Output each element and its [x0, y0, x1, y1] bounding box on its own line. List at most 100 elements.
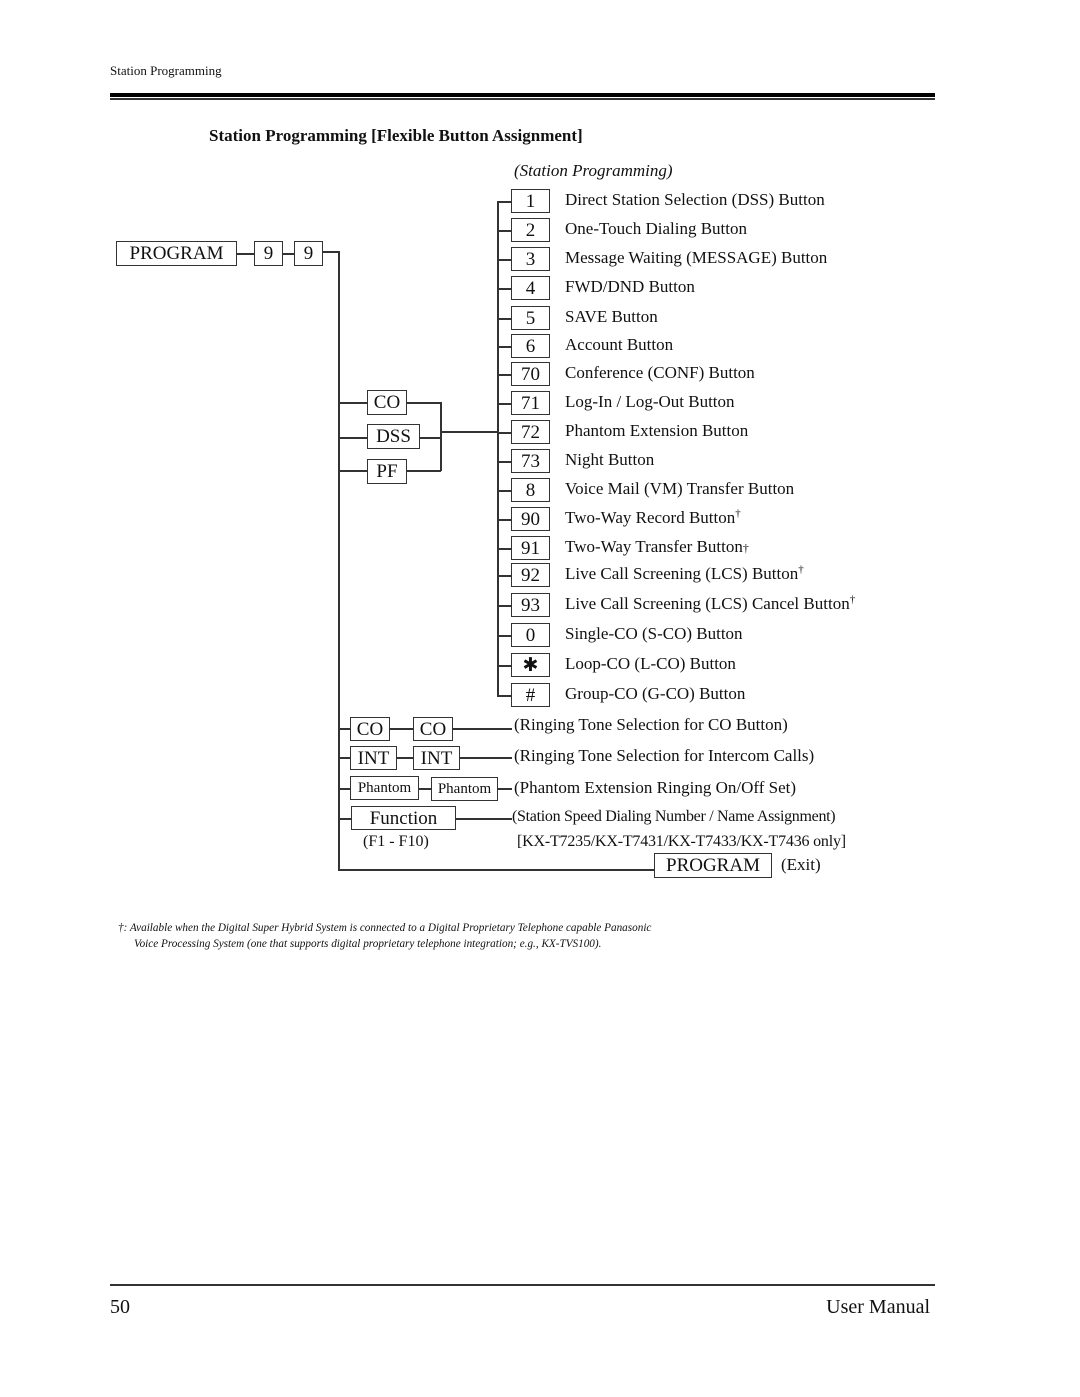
assignment-label: Direct Station Selection (DSS) Button: [565, 190, 825, 210]
connector: [497, 432, 511, 434]
mode-label: (Station Programming): [514, 161, 673, 180]
assignment-label-text: FWD/DND Button: [565, 277, 695, 296]
connector: [497, 403, 511, 405]
assignment-label: Account Button: [565, 335, 673, 355]
assignment-code-key: 90: [511, 507, 550, 531]
assignment-label-text: Group-CO (G-CO) Button: [565, 684, 746, 703]
connector: [497, 259, 511, 261]
int-ring-key-1: INT: [350, 746, 397, 770]
assignment-label-text: SAVE Button: [565, 307, 658, 326]
connector: [338, 402, 367, 404]
assignment-trunk-line: [497, 201, 499, 697]
assignment-label: One-Touch Dialing Button: [565, 219, 747, 239]
dagger-mark: †: [849, 593, 856, 606]
assignment-label-text: Log-In / Log-Out Button: [565, 392, 735, 411]
function-key: Function: [351, 806, 456, 830]
connector: [497, 461, 511, 463]
connector: [237, 253, 254, 255]
assignment-label-text: Phantom Extension Button: [565, 421, 749, 440]
footnote-line-2: Voice Processing System (one that suppor…: [134, 938, 602, 950]
assignment-code-key: #: [511, 683, 550, 707]
connector: [323, 251, 339, 253]
connector: [440, 402, 442, 471]
assignment-code-key: 8: [511, 478, 550, 502]
connector: [338, 728, 350, 730]
dagger-mark: †: [742, 541, 749, 555]
digit-key-9-second: 9: [294, 241, 323, 266]
assignment-label: Phantom Extension Button: [565, 421, 748, 441]
connector: [338, 757, 350, 759]
program-key: PROGRAM: [116, 241, 237, 266]
connector: [420, 437, 441, 439]
assignment-code-key: 91: [511, 536, 550, 560]
assignment-code-key: 2: [511, 218, 550, 242]
assignment-label-text: Two-Way Transfer Button: [565, 537, 743, 556]
connector: [456, 818, 512, 820]
assignment-label: Live Call Screening (LCS) Cancel Button†: [565, 594, 855, 614]
connector: [497, 318, 511, 320]
assignment-label-text: Two-Way Record Button: [565, 508, 736, 527]
connector: [390, 728, 413, 730]
connector: [338, 788, 350, 790]
footer-title: User Manual: [826, 1296, 930, 1318]
connector: [497, 665, 511, 667]
assignment-label-text: Live Call Screening (LCS) Cancel Button: [565, 594, 850, 613]
assignment-label: Live Call Screening (LCS) Button†: [565, 564, 804, 584]
dagger-mark: †: [735, 507, 741, 520]
assignment-label: Conference (CONF) Button: [565, 363, 755, 383]
connector: [460, 757, 512, 759]
main-trunk-line: [338, 251, 340, 870]
assignment-code-key: 5: [511, 306, 550, 330]
co-ring-key-2: CO: [413, 717, 453, 741]
assignment-label: FWD/DND Button: [565, 277, 695, 297]
exit-program-key: PROGRAM: [654, 853, 772, 878]
assignment-label: Two-Way Transfer Button†: [565, 537, 749, 557]
assignment-label-text: Night Button: [565, 450, 655, 469]
function-range: (F1 - F10): [363, 833, 429, 850]
assignment-label-text: Loop-CO (L-CO) Button: [565, 654, 736, 673]
dss-type-key: DSS: [367, 424, 420, 449]
assignment-label: Group-CO (G-CO) Button: [565, 684, 745, 704]
connector: [338, 818, 351, 820]
footer-rule: [110, 1284, 935, 1286]
header-rule-thin: [110, 98, 935, 100]
assignment-label: Two-Way Record Button†: [565, 508, 741, 528]
assignment-code-key: 4: [511, 276, 550, 300]
assignment-label: Single-CO (S-CO) Button: [565, 624, 743, 644]
assignment-label-text: Message Waiting (MESSAGE) Button: [565, 248, 828, 267]
assignment-label: Loop-CO (L-CO) Button: [565, 654, 736, 674]
connector: [497, 490, 511, 492]
assignment-label: Log-In / Log-Out Button: [565, 392, 735, 412]
connector: [283, 253, 294, 255]
assignment-code-key: ✱: [511, 653, 550, 677]
assignment-code-key: 1: [511, 189, 550, 213]
connector: [440, 431, 498, 433]
assignment-code-key: 6: [511, 334, 550, 358]
connector: [453, 728, 512, 730]
footnote-line-1: †: Available when the Digital Super Hybr…: [118, 922, 652, 934]
exit-connector: [338, 869, 654, 871]
assignment-code-key: 92: [511, 563, 550, 587]
connector: [498, 788, 512, 790]
connector: [338, 470, 367, 472]
assignment-code-key: 71: [511, 391, 550, 415]
footnote: †: Available when the Digital Super Hybr…: [118, 920, 938, 952]
phantom-ring-label: (Phantom Extension Ringing On/Off Set): [514, 778, 797, 797]
pf-type-key: PF: [367, 459, 407, 484]
header-rule-thick: [110, 93, 935, 97]
section-title: Station Programming [Flexible Button Ass…: [209, 126, 583, 145]
assignment-label: Message Waiting (MESSAGE) Button: [565, 248, 827, 268]
int-ring-key-2: INT: [413, 746, 460, 770]
function-models: [KX-T7235/KX-T7431/KX-T7433/KX-T7436 onl…: [517, 833, 846, 850]
int-ring-label: (Ringing Tone Selection for Intercom Cal…: [514, 746, 815, 765]
connector: [497, 230, 511, 232]
running-head: Station Programming: [110, 63, 222, 78]
assignment-code-key: 3: [511, 247, 550, 271]
connector: [397, 757, 413, 759]
assignment-code-key: 0: [511, 623, 550, 647]
connector: [497, 548, 511, 550]
function-label: (Station Speed Dialing Number / Name Ass…: [512, 808, 836, 825]
assignment-label-text: Account Button: [565, 335, 674, 354]
connector: [497, 635, 511, 637]
connector: [407, 470, 441, 472]
